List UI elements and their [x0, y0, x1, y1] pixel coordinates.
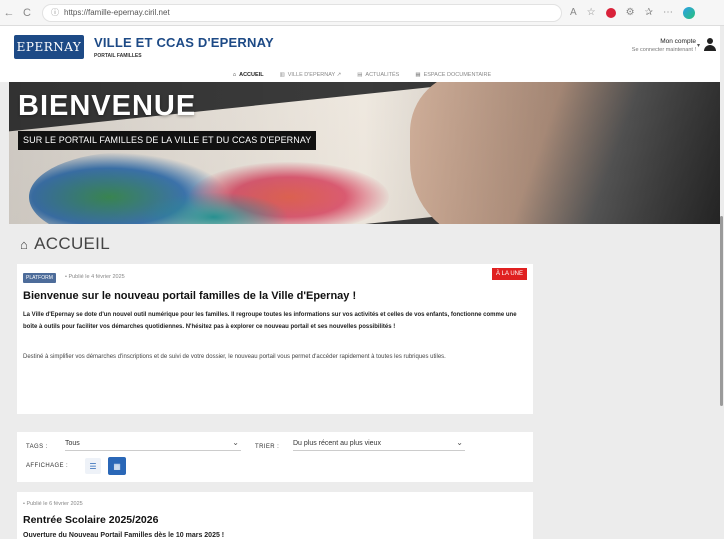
- page-title: ⌂ ACCUEIL: [20, 234, 110, 254]
- news-title[interactable]: Bienvenue sur le nouveau portail famille…: [23, 290, 356, 302]
- featured-badge: À LA UNE: [491, 268, 527, 280]
- document-icon: ▦: [415, 72, 421, 78]
- sort-select[interactable]: Du plus récent au plus vieux ⌄: [293, 437, 465, 451]
- scrollbar-thumb[interactable]: [720, 216, 723, 406]
- chevron-down-icon[interactable]: ▾: [697, 42, 700, 49]
- favorites-icon[interactable]: ✰: [645, 7, 653, 18]
- news-card[interactable]: • Publié le 6 février 2025 Rentrée Scola…: [17, 492, 533, 539]
- news-lead: Ouverture du Nouveau Portail Familles dè…: [23, 532, 225, 539]
- display-label: AFFICHAGE :: [26, 463, 69, 469]
- tags-value: Tous: [65, 440, 80, 447]
- publish-date: • Publié le 6 février 2025: [23, 501, 83, 507]
- back-icon[interactable]: ←: [0, 7, 18, 19]
- news-body: Destiné à simplifier vos démarches d'ins…: [23, 354, 446, 360]
- list-icon: ☰: [89, 461, 97, 471]
- page-title-text: ACCUEIL: [34, 234, 110, 253]
- news-lead: La Ville d'Epernay se dote d'un nouvel o…: [23, 312, 517, 330]
- account-label: Mon compte: [660, 38, 696, 45]
- nav-item-label: VILLE D'EPERNAY ↗: [287, 72, 342, 78]
- nav-item-documents[interactable]: ▦ ESPACE DOCUMENTAIRE: [415, 72, 491, 78]
- more-menu-icon[interactable]: ⋯: [663, 7, 673, 18]
- hero-banner: BIENVENUE SUR LE PORTAIL FAMILLES DE LA …: [9, 82, 720, 224]
- grid-icon: ▦: [113, 461, 121, 471]
- hero-title: BIENVENUE: [18, 90, 197, 122]
- news-title[interactable]: Rentrée Scolaire 2025/2026: [23, 514, 158, 526]
- nav-item-label: ACTUALITÉS: [365, 72, 400, 78]
- account-sublabel: Se connecter maintenant !: [631, 47, 696, 53]
- nav-item-ville[interactable]: ▥ VILLE D'EPERNAY ↗: [280, 72, 342, 78]
- news-card[interactable]: PLATFORM • Publié le 4 février 2025 À LA…: [17, 264, 533, 414]
- site-logo[interactable]: EPERNAY: [14, 35, 84, 59]
- page-scrollbar[interactable]: [720, 26, 724, 539]
- home-icon: ⌂: [20, 236, 29, 252]
- site-subtitle: PORTAIL FAMILLES: [94, 53, 142, 59]
- read-aloud-icon[interactable]: A: [570, 7, 577, 18]
- sort-value: Du plus récent au plus vieux: [293, 440, 381, 447]
- account-menu[interactable]: Mon compte Se connecter maintenant !: [632, 38, 696, 53]
- main-nav: ⌂ ACCUEIL ▥ VILLE D'EPERNAY ↗ ▤ ACTUALIT…: [0, 68, 724, 82]
- user-icon[interactable]: [704, 38, 716, 52]
- nav-item-label: ACCUEIL: [239, 72, 264, 78]
- site-info-icon[interactable]: ⓘ: [51, 7, 59, 18]
- chevron-down-icon: ⌄: [456, 438, 463, 447]
- extension-icon[interactable]: [605, 7, 616, 18]
- tag-badge[interactable]: PLATFORM: [23, 273, 56, 283]
- nav-item-accueil[interactable]: ⌂ ACCUEIL: [233, 72, 264, 78]
- list-view-button[interactable]: ☰: [85, 458, 101, 474]
- nav-item-actualites[interactable]: ▤ ACTUALITÉS: [357, 72, 399, 78]
- copilot-icon[interactable]: [683, 6, 695, 19]
- tags-label: TAGS :: [26, 444, 48, 450]
- site-title[interactable]: VILLE ET CCAS D'EPERNAY: [94, 35, 274, 50]
- tags-select[interactable]: Tous ⌄: [65, 437, 241, 451]
- address-bar[interactable]: ⓘ https://famille-epernay.ciril.net: [42, 3, 562, 22]
- browser-actions: A ☆ ⚙ ✰ ⋯: [570, 6, 695, 19]
- publish-date: • Publié le 4 février 2025: [65, 274, 125, 280]
- site-header: EPERNAY VILLE ET CCAS D'EPERNAY PORTAIL …: [0, 26, 724, 68]
- chevron-down-icon: ⌄: [232, 438, 239, 447]
- favorite-star-icon[interactable]: ☆: [587, 7, 596, 18]
- hero-subtitle: SUR LE PORTAIL FAMILLES DE LA VILLE ET D…: [18, 131, 317, 150]
- reload-icon[interactable]: C: [18, 7, 36, 19]
- nav-item-label: ESPACE DOCUMENTAIRE: [423, 72, 492, 78]
- url-text: https://famille-epernay.ciril.net: [64, 8, 170, 17]
- news-filters: TAGS : Tous ⌄ TRIER : Du plus récent au …: [17, 432, 533, 482]
- building-icon: ▥: [279, 72, 285, 78]
- sort-label: TRIER :: [255, 444, 280, 450]
- grid-view-button[interactable]: ▦: [108, 457, 126, 475]
- home-icon: ⌂: [232, 72, 237, 78]
- browser-toolbar: ← C ⓘ https://famille-epernay.ciril.net …: [0, 0, 724, 26]
- extensions-icon[interactable]: ⚙: [626, 7, 635, 18]
- news-icon: ▤: [357, 72, 363, 78]
